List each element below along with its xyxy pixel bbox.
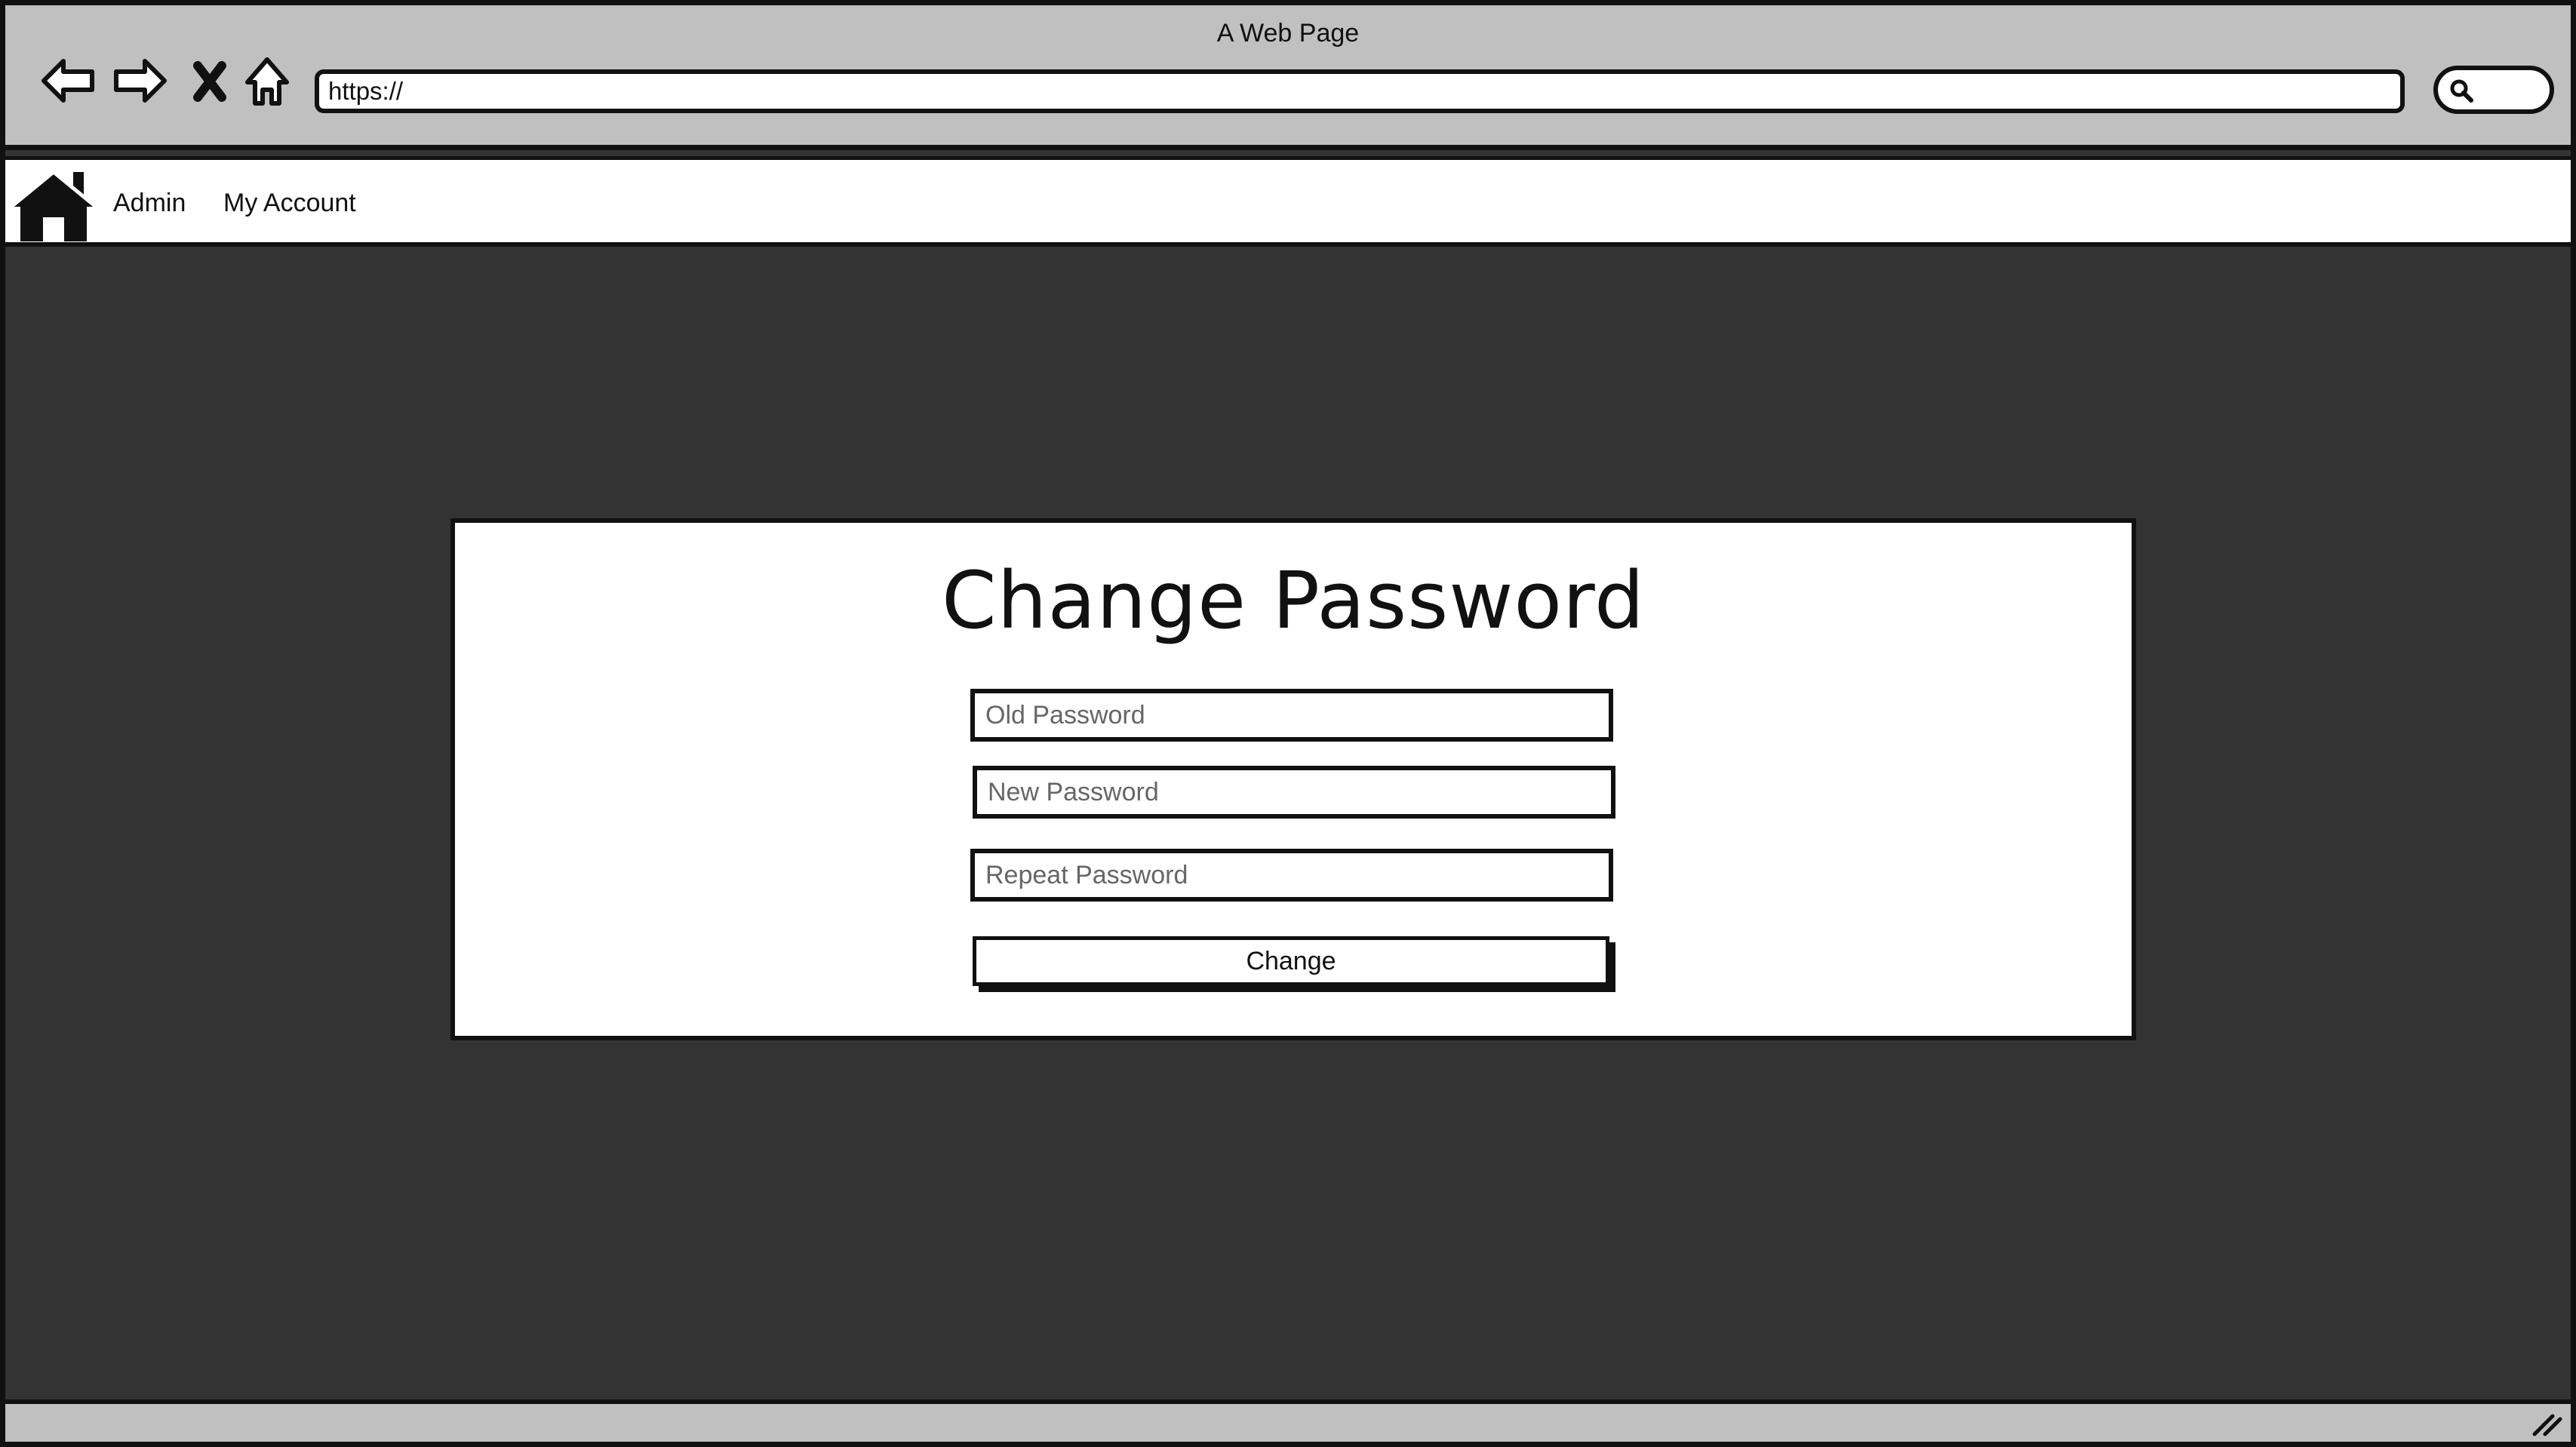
- resize-grip[interactable]: [2530, 1410, 2563, 1437]
- site-home-link[interactable]: [8, 166, 99, 244]
- arrow-left-icon: [41, 59, 94, 103]
- home-outline-icon: [245, 57, 289, 106]
- arrow-right-icon: [114, 59, 167, 103]
- home-nav-button[interactable]: [233, 51, 301, 111]
- old-password-field[interactable]: [970, 689, 1613, 742]
- search-icon: [2450, 79, 2473, 103]
- change-password-card: Change Password Change: [450, 518, 2136, 1040]
- change-button[interactable]: Change: [973, 936, 1609, 986]
- back-button[interactable]: [34, 51, 102, 111]
- address-bar[interactable]: [315, 69, 2405, 113]
- browser-search-button[interactable]: [2433, 66, 2554, 114]
- forward-button[interactable]: [106, 51, 174, 111]
- page-title: Change Password: [941, 555, 1645, 647]
- nav-link-admin[interactable]: Admin: [113, 189, 186, 218]
- repeat-password-field[interactable]: [970, 849, 1613, 902]
- browser-chrome: A Web Page: [5, 5, 2571, 150]
- window-title: A Web Page: [1216, 19, 1360, 48]
- new-password-field[interactable]: [973, 766, 1615, 819]
- site-navbar: Admin My Account: [5, 156, 2571, 247]
- home-icon: [10, 169, 97, 241]
- status-bar: [5, 1399, 2571, 1442]
- close-icon: [193, 61, 226, 102]
- resize-grip-icon: [2532, 1414, 2562, 1436]
- nav-link-my-account[interactable]: My Account: [223, 189, 356, 218]
- browser-window: A Web Page https:// Admin My Account Cha…: [0, 0, 2576, 1447]
